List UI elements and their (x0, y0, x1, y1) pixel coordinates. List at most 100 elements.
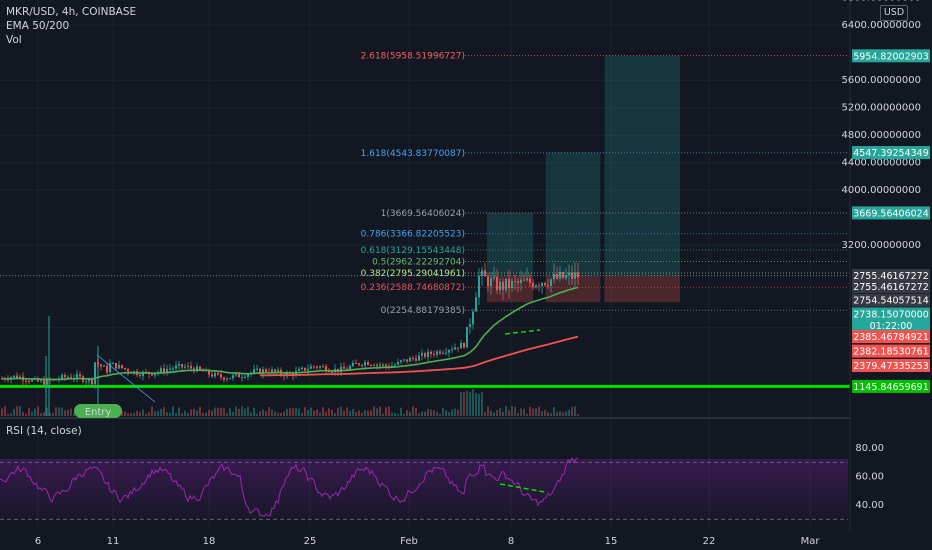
candle-body (475, 297, 477, 312)
volume-bar (529, 406, 531, 416)
candle-body (217, 373, 219, 375)
candle-body (199, 366, 201, 370)
volume-bar (7, 413, 9, 416)
volume-bar (490, 410, 492, 416)
volume-bar (376, 408, 378, 416)
volume-bar (238, 408, 240, 416)
volume-bar (433, 410, 435, 416)
volume-bar (229, 408, 231, 416)
volume-bar (325, 411, 327, 416)
candle-body (319, 366, 321, 368)
candle-body (43, 380, 45, 385)
candle-body (460, 343, 462, 349)
volume-bar (61, 407, 63, 416)
candle-body (454, 347, 456, 350)
volume-bar (67, 409, 69, 416)
candle-body (103, 365, 105, 367)
fib-label-0.786: 0.786(3366.82205523) (361, 230, 465, 240)
volume-bar (478, 393, 480, 416)
rsi-axis-label: 80.00 (855, 443, 884, 454)
candle-body (532, 282, 534, 288)
volume-bar (574, 406, 576, 416)
divergence-line-price (504, 329, 541, 335)
candle-body (361, 365, 363, 367)
candle-body (241, 377, 243, 379)
candle-body (28, 380, 30, 382)
candle-body (70, 376, 72, 379)
volume-bar (496, 410, 498, 416)
candle-body (469, 324, 471, 328)
volume-bar (562, 412, 564, 416)
candle-body (352, 362, 354, 367)
candle-body (451, 349, 453, 351)
candle-body (112, 362, 114, 364)
volume-bar (70, 408, 72, 416)
volume-bar (346, 407, 348, 416)
volume-bar (40, 413, 42, 416)
volume-bar (487, 406, 489, 416)
fib-label-0.618: 0.618(3129.15543448) (361, 246, 465, 256)
candle-body (181, 364, 183, 368)
volume-bar (250, 412, 252, 416)
candle-body (553, 273, 555, 280)
candle-body (526, 278, 528, 281)
volume-bar (520, 408, 522, 416)
candle-body (406, 359, 408, 362)
fib-label-0.382: 0.382(2795.29041961) (361, 269, 465, 279)
volume-bar (244, 408, 246, 416)
volume-bar (292, 407, 294, 416)
candle-body (160, 368, 162, 372)
candle-body (121, 364, 123, 369)
volume-bar (466, 391, 468, 416)
candle-body (478, 275, 480, 298)
candle-body (97, 362, 99, 365)
currency-button[interactable]: USD (880, 5, 908, 21)
volume-bar (289, 408, 291, 416)
chart-canvas[interactable]: 2.618(5958.51996727) 1.618(4543.83770087)… (0, 0, 932, 550)
fib-label-1: 1(3669.56406024) (381, 209, 465, 219)
candle-body (151, 374, 153, 376)
time-axis-label: 22 (703, 536, 716, 547)
volume-indicator-label[interactable]: Vol (6, 34, 22, 46)
volume-bar (220, 407, 222, 416)
volume-bar (481, 392, 483, 416)
price-axis-label: 4800.00000000 (841, 130, 921, 141)
time-axis-label: 8 (508, 536, 514, 547)
volume-bar (367, 410, 369, 416)
volume-bar (4, 406, 6, 416)
volume-bar (307, 409, 309, 416)
candle-body (343, 366, 345, 369)
price-axis-label: 6800.00000000 (841, 0, 921, 4)
candle-body (397, 362, 399, 365)
candle-body (313, 366, 315, 368)
candle-body (64, 374, 66, 378)
candle-body (556, 273, 558, 279)
volume-bar (235, 406, 237, 416)
volume-bar (16, 406, 18, 416)
volume-bar (145, 413, 147, 416)
price-tag-label: 2382.18530761 (853, 347, 929, 358)
candle-body (214, 373, 216, 377)
volume-bar (256, 413, 258, 416)
volume-bar (301, 412, 303, 416)
candle-body (235, 373, 237, 376)
volume-bar (541, 411, 543, 416)
volume-bar (172, 406, 174, 416)
volume-bar (388, 406, 390, 416)
candle-body (523, 279, 525, 281)
candle-body (256, 368, 258, 370)
volume-bar (547, 412, 549, 416)
volume-bar (343, 410, 345, 416)
candle-body (106, 365, 108, 373)
volume-bar (295, 408, 297, 416)
ema-indicator-label[interactable]: EMA 50/200 (6, 20, 69, 32)
volume-bar (25, 413, 27, 416)
volume-bar (277, 412, 279, 416)
volume-bar (571, 406, 573, 416)
volume-bar (10, 413, 12, 416)
candle-body (511, 280, 513, 289)
volume-bar (568, 409, 570, 416)
volume-bar (175, 413, 177, 416)
volume-bar (334, 413, 336, 416)
candle-body (508, 278, 510, 289)
